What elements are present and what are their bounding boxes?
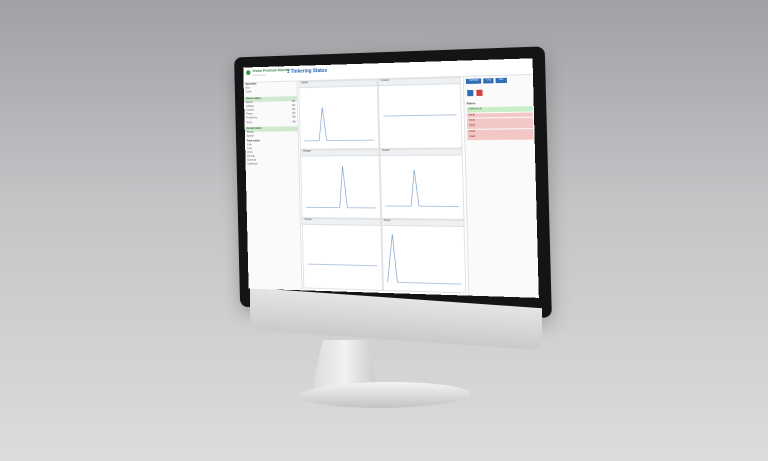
- chart-panel[interactable]: Current: [377, 76, 463, 150]
- brand-logo-icon: [246, 70, 251, 76]
- tab-settings[interactable]: Settings: [465, 78, 482, 84]
- left-panel: Operation Run Cycle Status values Speed O…: [243, 81, 303, 291]
- chart-panel[interactable]: Voltage: [299, 149, 382, 219]
- chart-panel[interactable]: Power: [379, 148, 465, 220]
- chart-plot: [301, 156, 380, 216]
- right-panel: Settings Log Info Alarms Network ok Faul…: [462, 74, 539, 298]
- desk-scene: Vision Premium Monitor Control system 1 …: [0, 0, 768, 461]
- chart-panel[interactable]: Torque: [301, 218, 384, 291]
- brand-name: Vision Premium Monitor: [252, 68, 290, 74]
- chart-plot: [299, 86, 378, 147]
- chart-plot: [382, 226, 465, 290]
- left-row[interactable]: Cycle: [244, 90, 297, 95]
- monitor-screen: Vision Premium Monitor Control system 1 …: [243, 58, 539, 298]
- chart-panel[interactable]: Speed: [298, 79, 380, 150]
- tab-log[interactable]: Log: [483, 78, 495, 84]
- chart-plot: [381, 156, 464, 217]
- page-title: 1 Tinkering Status: [286, 67, 328, 75]
- stop-button[interactable]: [476, 89, 483, 96]
- fault-row: Undervolt: [247, 162, 258, 166]
- chart-plot: [303, 225, 382, 288]
- chart-panel[interactable]: Temp: [381, 218, 467, 294]
- alarm-item[interactable]: Fault: [467, 134, 534, 141]
- chart-plot: [379, 84, 462, 146]
- start-button[interactable]: [467, 89, 474, 97]
- status-row: Temp Ok: [246, 119, 296, 124]
- chart-grid: Speed Current Voltage Power Torque Temp: [298, 76, 467, 296]
- brand-subtitle: Control system: [252, 74, 266, 77]
- tab-info[interactable]: Info: [495, 77, 507, 84]
